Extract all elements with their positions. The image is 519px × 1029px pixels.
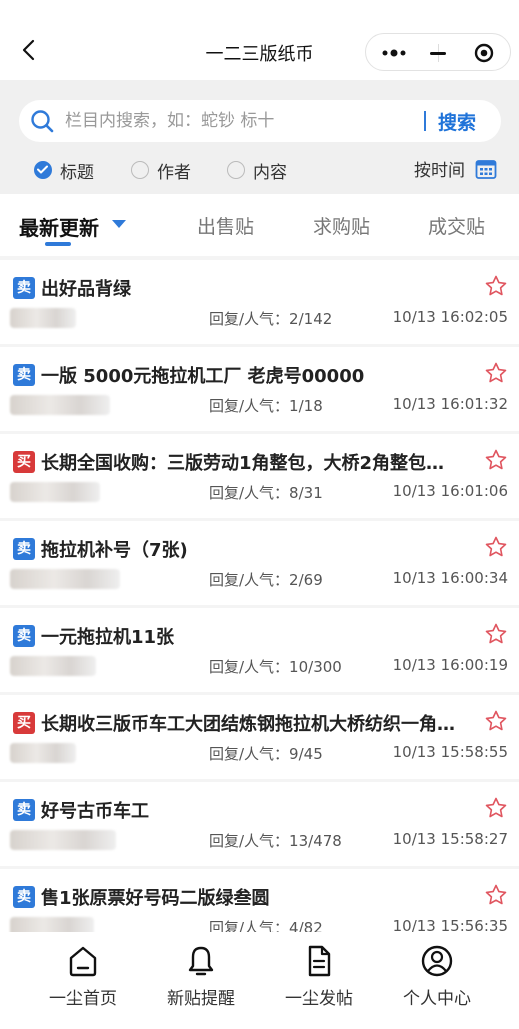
post-title[interactable]: 拖拉机补号（7张) — [41, 536, 461, 562]
post-title[interactable]: 长期全国收购：三版劳动1角整包，大桥2角整包，纺… — [41, 449, 461, 475]
tabbar-post[interactable]: 一尘发帖 — [269, 944, 369, 1009]
reply-views-count: 回复/人气：9/45 — [209, 745, 323, 763]
tab-latest[interactable]: 最新更新 — [19, 212, 99, 241]
home-icon — [69, 946, 97, 977]
tab-buy[interactable]: 求购贴 — [313, 212, 370, 239]
chevron-down-icon[interactable] — [112, 220, 126, 228]
search-area: 搜索 标题 作者 内容 按时间 — [0, 80, 519, 194]
reply-views-count: 回复/人气：13/478 — [209, 832, 342, 850]
author-avatar[interactable] — [10, 482, 100, 502]
post-title[interactable]: 长期收三版币车工大团结炼钢拖拉机大桥纺织一角五… — [41, 710, 461, 736]
more-dots-icon[interactable] — [380, 43, 410, 63]
category-tabs: 最新更新 出售贴 求购贴 成交贴 — [0, 194, 519, 256]
post-timestamp: 10/13 16:01:32 — [392, 395, 508, 413]
search-button[interactable]: 搜索 — [438, 108, 476, 135]
active-tab-indicator — [45, 242, 71, 246]
user-circle-icon — [421, 945, 453, 977]
post-item[interactable]: 买 长期收三版币车工大团结炼钢拖拉机大桥纺织一角五… 回复/人气：9/45 10… — [0, 695, 519, 779]
tab-done[interactable]: 成交贴 — [428, 212, 485, 239]
filter-content-option[interactable]: 内容 — [227, 156, 287, 184]
post-timestamp: 10/13 16:00:34 — [392, 569, 508, 587]
post-type-badge: 卖 — [13, 364, 35, 386]
star-icon[interactable] — [484, 883, 508, 907]
post-item[interactable]: 买 长期全国收购：三版劳动1角整包，大桥2角整包，纺… 回复/人气：8/31 1… — [0, 434, 519, 518]
post-type-badge: 卖 — [13, 625, 35, 647]
author-avatar[interactable] — [10, 569, 120, 589]
tabbar-home[interactable]: 一尘首页 — [33, 944, 133, 1009]
post-timestamp: 10/13 16:01:06 — [392, 482, 508, 500]
filter-title-label: 标题 — [60, 162, 94, 183]
star-icon[interactable] — [484, 448, 508, 472]
post-type-badge: 买 — [13, 712, 35, 734]
radio-icon[interactable] — [227, 161, 245, 179]
reply-views-count: 回复/人气：8/31 — [209, 484, 323, 502]
reply-views-count: 回复/人气：2/142 — [209, 310, 333, 328]
bell-icon — [188, 946, 214, 976]
tabbar-me-label: 个人中心 — [403, 989, 471, 1009]
post-timestamp: 10/13 15:58:27 — [392, 830, 508, 848]
calendar-icon[interactable] — [475, 158, 497, 180]
tabbar-alerts[interactable]: 新贴提醒 — [151, 944, 251, 1009]
search-divider — [424, 111, 426, 131]
reply-views-count: 回复/人气：2/69 — [209, 571, 323, 589]
author-avatar[interactable] — [10, 830, 116, 850]
star-icon[interactable] — [484, 535, 508, 559]
post-type-badge: 卖 — [13, 799, 35, 821]
filter-author-option[interactable]: 作者 — [131, 156, 191, 184]
radio-icon[interactable] — [131, 161, 149, 179]
tab-sell[interactable]: 出售贴 — [197, 212, 254, 239]
star-icon[interactable] — [484, 622, 508, 646]
post-item[interactable]: 卖 一元拖拉机11张 回复/人气：10/300 10/13 16:00:19 — [0, 608, 519, 692]
tabbar-alerts-label: 新贴提醒 — [167, 989, 235, 1009]
star-icon[interactable] — [484, 709, 508, 733]
tabbar-home-label: 一尘首页 — [49, 989, 117, 1009]
filter-title-option[interactable]: 标题 — [34, 156, 94, 184]
post-item[interactable]: 卖 拖拉机补号（7张) 回复/人气：2/69 10/13 16:00:34 — [0, 521, 519, 605]
tabbar-me[interactable]: 个人中心 — [387, 944, 487, 1009]
post-type-badge: 买 — [13, 451, 35, 473]
author-avatar[interactable] — [10, 743, 76, 763]
reply-views-count: 回复/人气：10/300 — [209, 658, 342, 676]
reply-views-count: 回复/人气：1/18 — [209, 397, 323, 415]
document-icon — [308, 945, 331, 977]
tabbar-post-label: 一尘发帖 — [285, 989, 353, 1009]
post-type-badge: 卖 — [13, 277, 35, 299]
post-item[interactable]: 卖 一版 5000元拖拉机工厂 老虎号00000 回复/人气：1/18 10/1… — [0, 347, 519, 431]
post-item[interactable]: 卖 好号古币车工 回复/人气：13/478 10/13 15:58:27 — [0, 782, 519, 866]
sort-label: 按时间 — [414, 161, 465, 181]
post-title[interactable]: 好号古币车工 — [41, 797, 461, 823]
mini-program-capsule — [365, 33, 511, 71]
post-type-badge: 卖 — [13, 886, 35, 908]
checked-radio-icon[interactable] — [34, 161, 52, 179]
star-icon[interactable] — [484, 274, 508, 298]
post-timestamp: 10/13 16:00:19 — [392, 656, 508, 674]
star-icon[interactable] — [484, 361, 508, 385]
filter-author-label: 作者 — [157, 162, 191, 183]
star-icon[interactable] — [484, 796, 508, 820]
post-type-badge: 卖 — [13, 538, 35, 560]
search-input[interactable] — [65, 109, 415, 133]
top-nav-bar: 一二三版纸币 — [0, 0, 519, 80]
post-title[interactable]: 售1张原票好号码二版绿叁圆 — [41, 884, 461, 910]
post-list: 卖 出好品背绿 回复/人气：2/142 10/13 16:02:05 卖 一版 … — [0, 260, 519, 956]
post-timestamp: 10/13 15:58:55 — [392, 743, 508, 761]
post-title[interactable]: 一版 5000元拖拉机工厂 老虎号00000 — [41, 362, 461, 388]
minimize-icon[interactable] — [430, 52, 446, 55]
filter-content-label: 内容 — [253, 162, 287, 183]
close-target-icon[interactable] — [474, 43, 494, 63]
post-item[interactable]: 卖 出好品背绿 回复/人气：2/142 10/13 16:02:05 — [0, 260, 519, 344]
bottom-tab-bar: 一尘首页 新贴提醒 一尘发帖 个人中心 — [0, 932, 519, 1029]
author-avatar[interactable] — [10, 395, 110, 415]
search-icon — [31, 110, 54, 133]
post-title[interactable]: 一元拖拉机11张 — [41, 623, 461, 649]
sort-by-time[interactable]: 按时间 — [414, 156, 497, 181]
post-timestamp: 10/13 16:02:05 — [392, 308, 508, 326]
search-box: 搜索 — [19, 100, 501, 142]
author-avatar[interactable] — [10, 656, 96, 676]
author-avatar[interactable] — [10, 308, 76, 328]
post-title[interactable]: 出好品背绿 — [41, 275, 461, 301]
